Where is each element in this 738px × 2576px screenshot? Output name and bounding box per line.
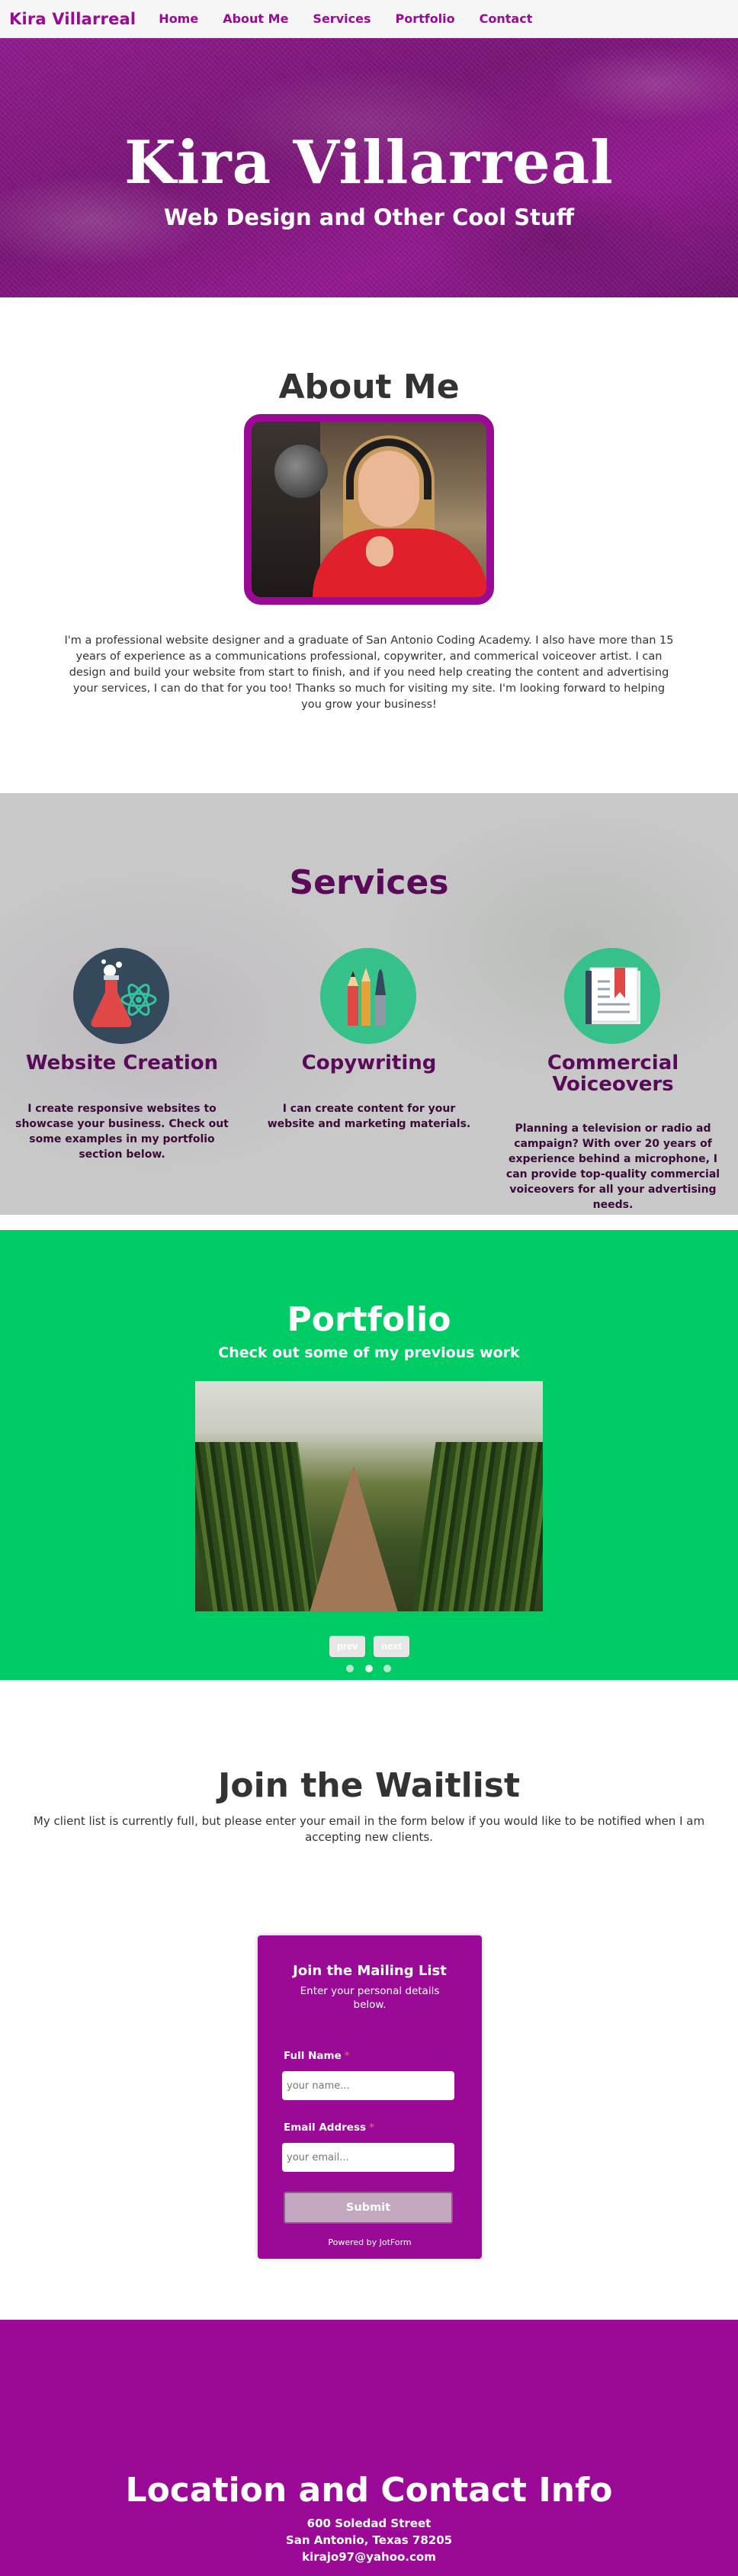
form-subtitle: Enter your personal details below. (300, 1985, 440, 2011)
nav-link-services[interactable]: Services (313, 11, 371, 26)
required-marker: * (344, 2050, 350, 2062)
carousel-dot-2[interactable] (365, 1665, 373, 1672)
portfolio-slide-image (195, 1381, 543, 1611)
mailing-list-form: Join the Mailing List Enter your persona… (258, 1935, 482, 2259)
portfolio-subheading: Check out some of my previous work (218, 1344, 520, 1361)
contact-address-line1: 600 Soledad Street (306, 2517, 432, 2530)
nav-link-contact[interactable]: Contact (480, 11, 533, 26)
form-title: Join the Mailing List (293, 1963, 447, 1979)
portfolio-heading: Portfolio (287, 1300, 451, 1339)
service-title-voiceovers: Commercial Voiceovers (547, 1052, 679, 1096)
photo-shirt-shape (313, 528, 486, 597)
carousel-prev-button[interactable]: prev (329, 1636, 366, 1657)
about-paragraph: I'm a professional website designer and … (64, 634, 674, 711)
email-label: Email Address * (284, 2122, 374, 2134)
portfolio-section: Portfolio Check out some of my previous … (0, 1230, 738, 1680)
nav-link-about[interactable]: About Me (223, 11, 288, 26)
vineyard-path (308, 1465, 399, 1611)
required-marker: * (369, 2122, 375, 2134)
about-heading: About Me (278, 368, 460, 406)
service-title-website: Website Creation (25, 1052, 219, 1074)
contact-email[interactable]: kirajo97@yahoo.com (0, 2550, 738, 2564)
service-title-copywriting: Copywriting (301, 1052, 437, 1074)
top-navbar: Kira Villarreal Home About Me Services P… (0, 0, 738, 38)
pencil-brush-icon (320, 948, 416, 1044)
microphone-shape (274, 445, 328, 498)
powered-by-link[interactable]: Powered by JotForm (258, 2237, 482, 2247)
waitlist-paragraph: My client list is currently full, but pl… (33, 1814, 705, 1844)
hero-title: Kira Villarreal (124, 128, 614, 198)
services-section: Services Website Creation I create respo… (0, 793, 738, 1215)
nav-link-portfolio[interactable]: Portfolio (395, 11, 454, 26)
services-heading: Services (289, 863, 449, 902)
carousel-dot-3[interactable] (383, 1665, 391, 1672)
service-text-copywriting: I can create content for your website an… (267, 1103, 471, 1130)
carousel-dot-1[interactable] (346, 1665, 354, 1672)
service-text-voiceovers: Planning a television or radio ad campai… (505, 1123, 720, 1211)
vineyard-row-left (195, 1442, 322, 1611)
brand-link[interactable]: Kira Villarreal (9, 10, 136, 28)
nav-link-home[interactable]: Home (159, 11, 198, 26)
email-label-text: Email Address (284, 2122, 367, 2134)
contact-address-line2: San Antonio, Texas 78205 (285, 2533, 453, 2547)
photo-hand-shape (366, 536, 393, 567)
email-input[interactable] (282, 2143, 454, 2172)
hero-banner: Kira Villarreal Web Design and Other Coo… (0, 38, 738, 297)
book-icon (564, 948, 660, 1044)
hero-subtitle: Web Design and Other Cool Stuff (163, 204, 575, 230)
full-name-label-text: Full Name (284, 2050, 342, 2062)
waitlist-heading: Join the Waitlist (218, 1766, 520, 1805)
service-text-website: I create responsive websites to showcase… (15, 1103, 229, 1161)
carousel-next-button[interactable]: next (374, 1636, 409, 1657)
submit-button[interactable]: Submit (284, 2192, 453, 2224)
full-name-label: Full Name * (284, 2050, 350, 2062)
vineyard-row-right (412, 1442, 543, 1611)
contact-heading: Location and Contact Info (125, 2471, 613, 2510)
full-name-input[interactable] (282, 2071, 454, 2100)
profile-photo (244, 414, 494, 605)
science-flask-icon (73, 948, 169, 1044)
contact-section: Location and Contact Info 600 Soledad St… (0, 2320, 738, 2576)
